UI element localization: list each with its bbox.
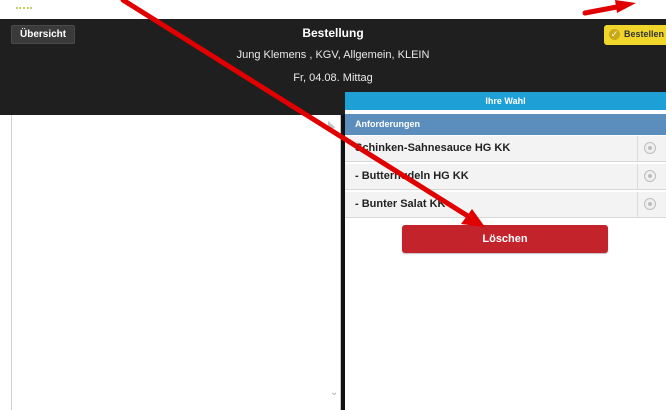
- order-button[interactable]: ✓ Bestellen: [604, 25, 666, 45]
- item-label: - Bunter Salat KK: [355, 198, 446, 210]
- item-separator: [637, 164, 638, 190]
- chevron-down-icon[interactable]: ⌄: [330, 387, 338, 398]
- radio-circle-icon[interactable]: [644, 170, 656, 182]
- list-item[interactable]: - Butternudeln HG KK: [345, 164, 666, 190]
- meal-date: Fr, 04.08. Mittag: [293, 72, 373, 84]
- list-item[interactable]: - Bunter Salat KK: [345, 192, 666, 218]
- order-button-label: Bestellen: [624, 29, 665, 39]
- customer-info: Jung Klemens , KGV, Allgemein, KLEIN: [236, 49, 430, 61]
- list-item[interactable]: Schinken-Sahnesauce HG KK: [345, 136, 666, 162]
- delete-button[interactable]: Löschen: [402, 225, 608, 253]
- decorative-dots-icon: [16, 7, 32, 13]
- requirements-header: Anforderungen: [345, 114, 666, 135]
- radio-circle-icon[interactable]: [644, 198, 656, 210]
- page-title: Bestellung: [302, 26, 364, 40]
- menu-list-panel[interactable]: ◣ ⌄: [11, 115, 341, 410]
- item-label: Schinken-Sahnesauce HG KK: [355, 142, 511, 154]
- your-choice-header: Ihre Wahl: [345, 92, 666, 110]
- radio-circle-icon[interactable]: [644, 142, 656, 154]
- panel-left-edge: [11, 115, 12, 410]
- selection-panel: Ihre Wahl Anforderungen Schinken-Sahnesa…: [345, 92, 666, 410]
- panel-corner-icon: ◣: [328, 119, 336, 130]
- item-separator: [637, 136, 638, 162]
- check-circle-icon: ✓: [609, 29, 620, 40]
- item-separator: [637, 192, 638, 218]
- browser-top-strip: [0, 0, 666, 19]
- item-label: - Butternudeln HG KK: [355, 170, 469, 182]
